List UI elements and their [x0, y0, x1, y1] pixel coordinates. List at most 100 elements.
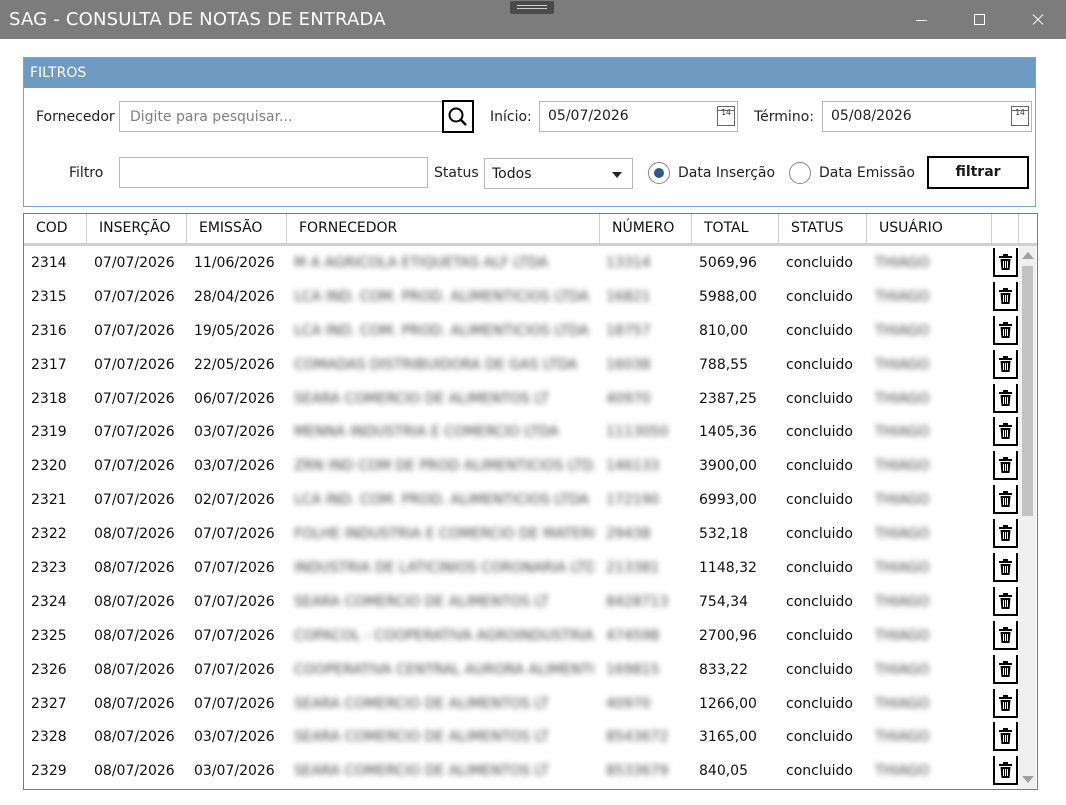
cell-cod: 2323 [31, 560, 67, 577]
cell-fornecedor: SEARA COMERCIO DE ALIMENTOS LT [294, 763, 549, 780]
table-row[interactable]: 2326 08/07/2026 07/07/2026 COOPERATIVA CENT… [24, 653, 1018, 687]
trash-icon [999, 762, 1012, 779]
cell-status: concluido [786, 695, 853, 712]
delete-row-button[interactable] [993, 417, 1018, 447]
cell-numero: 169815 [606, 661, 660, 678]
delete-row-button[interactable] [993, 586, 1018, 616]
cell-total: 5069,96 [699, 255, 757, 271]
cell-fornecedor: SEARA COMERCIO DE ALIMENTOS LT [294, 695, 549, 712]
scroll-down-icon[interactable] [1022, 776, 1034, 783]
cell-total: 2387,25 [699, 390, 757, 407]
cell-fornecedor: COMADAS DISTRIBUIDORA DE GAS LTDA [294, 356, 578, 373]
search-button[interactable] [442, 100, 474, 133]
table-row[interactable]: 2321 07/07/2026 02/07/2026 LCA IND. COM. PR… [24, 483, 1018, 517]
table-row[interactable]: 2324 08/07/2026 07/07/2026 SEARA COMERCIO D… [24, 585, 1018, 619]
scroll-thumb[interactable] [1022, 266, 1033, 516]
calendar-icon[interactable]: 14 [1011, 106, 1029, 126]
delete-row-button[interactable] [993, 688, 1018, 718]
table-row[interactable]: 2318 07/07/2026 06/07/2026 SEARA COMERCIO D… [24, 382, 1018, 416]
table-row[interactable]: 2323 08/07/2026 07/07/2026 INDUSTRIA DE LAT… [24, 551, 1018, 585]
column-header-numero[interactable]: NÚMERO [600, 214, 692, 243]
column-header-total[interactable]: TOTAL [692, 214, 779, 243]
scroll-up-icon[interactable] [1022, 252, 1034, 259]
column-header-usuario[interactable]: USUÁRIO [867, 214, 992, 243]
notas-grid: COD INSERÇÃO EMISSÃO FORNECEDOR NÚMERO T… [23, 213, 1038, 790]
delete-row-button[interactable] [993, 383, 1018, 413]
cell-cod: 2327 [31, 695, 67, 712]
delete-row-button[interactable] [993, 620, 1018, 650]
column-header-insercao[interactable]: INSERÇÃO [87, 214, 187, 243]
termino-date-picker[interactable]: 05/08/2026 14 [822, 101, 1032, 132]
delete-row-button[interactable] [993, 654, 1018, 684]
vertical-scrollbar[interactable] [1019, 246, 1036, 789]
table-row[interactable]: 2317 07/07/2026 22/05/2026 COMADAS DISTRIBU… [24, 348, 1018, 382]
delete-row-button[interactable] [993, 248, 1018, 277]
filtro-input[interactable] [119, 157, 428, 188]
maximize-button[interactable] [956, 0, 1002, 39]
cell-numero: 474598 [606, 627, 660, 644]
cell-emissao: 03/07/2026 [194, 763, 275, 780]
cell-cod: 2315 [31, 288, 67, 305]
minimize-button[interactable] [898, 0, 944, 39]
table-row[interactable]: 2328 08/07/2026 03/07/2026 SEARA COMERCIO D… [24, 720, 1018, 754]
fornecedor-label: Fornecedor [36, 109, 115, 125]
table-row[interactable]: 2314 07/07/2026 11/06/2026 M A AGRICOLA ETI… [24, 246, 1018, 280]
filtro-label: Filtro [69, 165, 104, 181]
termino-label: Término: [754, 109, 814, 125]
delete-row-button[interactable] [993, 281, 1018, 311]
cell-fornecedor: COPACOL - COOPERATIVA AGROINDUSTRIAL [294, 627, 594, 644]
cell-emissao: 07/07/2026 [194, 560, 275, 577]
radio-data-emissao[interactable] [789, 162, 811, 184]
cell-status: concluido [786, 593, 853, 610]
cell-emissao: 07/07/2026 [194, 695, 275, 712]
cell-insercao: 07/07/2026 [94, 458, 175, 475]
delete-row-button[interactable] [993, 485, 1018, 515]
table-row[interactable]: 2315 07/07/2026 28/04/2026 LCA IND. COM. PR… [24, 280, 1018, 314]
table-row[interactable]: 2325 08/07/2026 07/07/2026 COPACOL - COOPER… [24, 619, 1018, 653]
inicio-date-picker[interactable]: 05/07/2026 14 [539, 101, 738, 132]
cell-fornecedor: LCA IND. COM. PROD. ALIMENTICIOS LTDA [294, 322, 589, 339]
cell-insercao: 07/07/2026 [94, 356, 175, 373]
delete-row-button[interactable] [993, 756, 1018, 786]
cell-total: 5988,00 [699, 288, 757, 305]
table-row[interactable]: 2327 08/07/2026 07/07/2026 SEARA COMERCIO D… [24, 687, 1018, 721]
cell-cod: 2329 [31, 763, 67, 780]
cell-emissao: 19/05/2026 [194, 322, 275, 339]
cell-usuario: THIAGO [875, 763, 930, 780]
cell-status: concluido [786, 492, 853, 509]
table-row[interactable]: 2316 07/07/2026 19/05/2026 LCA IND. COM. PR… [24, 314, 1018, 348]
table-row[interactable]: 2322 08/07/2026 07/07/2026 FOLHE INDUSTRIA … [24, 517, 1018, 551]
radio-data-insercao[interactable] [648, 162, 670, 184]
cell-insercao: 08/07/2026 [94, 526, 175, 543]
cell-total: 1148,32 [699, 560, 757, 577]
delete-row-button[interactable] [993, 519, 1018, 549]
cell-emissao: 02/07/2026 [194, 492, 275, 509]
cell-fornecedor: INDUSTRIA DE LATICINIOS CORONARIA LTDA [294, 560, 594, 577]
cell-cod: 2318 [31, 390, 67, 407]
delete-row-button[interactable] [993, 349, 1018, 379]
grid-header: COD INSERÇÃO EMISSÃO FORNECEDOR NÚMERO T… [24, 214, 1037, 246]
cell-numero: 16821 [606, 288, 651, 305]
table-row[interactable]: 2319 07/07/2026 03/07/2026 MENNA INDUSTRIA … [24, 415, 1018, 449]
drag-handle-icon[interactable] [510, 1, 554, 14]
column-header-emissao[interactable]: EMISSÃO [187, 214, 287, 243]
column-header-cod[interactable]: COD [24, 214, 87, 243]
delete-row-button[interactable] [993, 315, 1018, 345]
delete-row-button[interactable] [993, 722, 1018, 752]
filters-panel: FILTROS Fornecedor Início: 05/07/2026 14… [23, 57, 1036, 207]
fornecedor-search-input[interactable] [119, 101, 443, 132]
delete-row-button[interactable] [993, 451, 1018, 481]
close-button[interactable] [1014, 0, 1060, 39]
table-row[interactable]: 2329 08/07/2026 03/07/2026 SEARA COMERCIO D… [24, 754, 1018, 788]
cell-status: concluido [786, 322, 853, 339]
table-row[interactable]: 2320 07/07/2026 03/07/2026 ZRN IND COM DE P… [24, 449, 1018, 483]
column-header-fornecedor[interactable]: FORNECEDOR [287, 214, 600, 243]
column-header-status[interactable]: STATUS [779, 214, 867, 243]
delete-row-button[interactable] [993, 553, 1018, 583]
cell-cod: 2326 [31, 661, 67, 678]
filtrar-button[interactable]: filtrar [927, 156, 1029, 189]
cell-usuario: THIAGO [875, 593, 930, 610]
cell-cod: 2321 [31, 492, 67, 509]
status-select[interactable]: Todos [484, 158, 633, 189]
calendar-icon[interactable]: 14 [717, 106, 735, 126]
